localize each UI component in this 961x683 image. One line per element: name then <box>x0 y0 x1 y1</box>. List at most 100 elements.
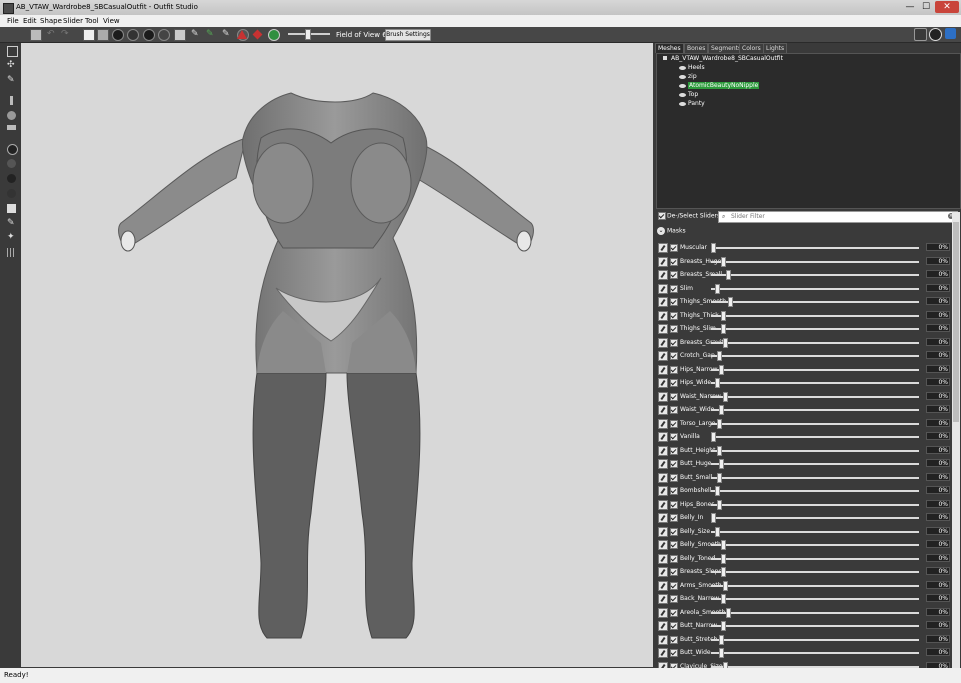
mask-icon[interactable] <box>97 29 109 41</box>
slider-checkbox[interactable] <box>670 338 678 347</box>
slider-track[interactable] <box>711 274 919 276</box>
eye-icon[interactable] <box>679 65 686 70</box>
slider-thumb[interactable] <box>721 621 727 631</box>
slider-track[interactable] <box>711 382 919 384</box>
tab-bones[interactable]: Bones <box>684 43 709 53</box>
slider-thumb[interactable] <box>723 391 729 402</box>
slider-thumb[interactable] <box>721 553 727 564</box>
slider-value[interactable]: 0% <box>926 270 950 278</box>
slider-track[interactable] <box>711 463 919 465</box>
slider-thumb[interactable] <box>711 432 716 442</box>
slider-thumb[interactable] <box>717 445 723 456</box>
slider-track[interactable] <box>711 287 919 290</box>
edit-slider-icon[interactable] <box>658 391 668 402</box>
slider-track[interactable] <box>711 341 919 344</box>
menu-shape[interactable]: Shape <box>40 17 62 25</box>
slider-thumb[interactable] <box>727 297 733 307</box>
undiff-icon[interactable] <box>174 29 186 41</box>
tab-lights[interactable]: Lights <box>763 43 788 53</box>
slider-track[interactable] <box>711 584 919 587</box>
center-icon[interactable] <box>268 29 280 41</box>
slider-value[interactable]: 0% <box>926 553 950 562</box>
slider-checkbox[interactable] <box>670 514 678 522</box>
vertex-icon[interactable] <box>10 96 13 105</box>
slider-thumb[interactable] <box>715 526 721 537</box>
slider-track[interactable] <box>711 409 919 411</box>
collapse-icon[interactable] <box>663 56 667 60</box>
undo-icon[interactable]: ↶ <box>47 29 57 39</box>
scrollbar-thumb[interactable] <box>953 222 959 422</box>
select-icon[interactable] <box>7 46 18 57</box>
slider-checkbox[interactable] <box>670 581 678 590</box>
slider-thumb[interactable] <box>721 540 727 550</box>
3d-viewport[interactable] <box>21 43 653 667</box>
sphere-icon[interactable] <box>7 144 18 155</box>
smooth-icon[interactable] <box>143 29 155 41</box>
slider-thumb[interactable] <box>717 472 723 483</box>
bone-icon[interactable]: ✦ <box>7 233 16 242</box>
slider-checkbox[interactable] <box>670 554 678 563</box>
slider-track[interactable] <box>711 328 919 330</box>
brush-settings-button[interactable]: Brush Settings <box>385 29 431 41</box>
minimize-button[interactable]: — <box>903 1 917 13</box>
alpha-icon[interactable]: ✎ <box>222 29 232 39</box>
edit-slider-icon[interactable] <box>658 324 668 334</box>
edit-slider-icon[interactable] <box>658 310 668 321</box>
mesh-item[interactable]: Panty <box>679 100 705 107</box>
slider-track[interactable] <box>711 611 919 614</box>
slider-checkbox[interactable] <box>670 352 678 360</box>
edit-slider-icon[interactable] <box>658 499 668 510</box>
slider-track[interactable] <box>711 571 919 573</box>
mesh-item[interactable]: Top <box>679 91 698 98</box>
mesh-item[interactable]: Heels <box>679 64 705 71</box>
masks-section[interactable]: ⌄ Masks <box>657 227 947 238</box>
mesh-root[interactable]: AB_VTAW_Wardrobe8_SBCasualOutfit <box>663 55 783 62</box>
eye-icon[interactable] <box>679 101 686 106</box>
slider-thumb[interactable] <box>725 270 731 280</box>
slider-thumb[interactable] <box>725 607 731 618</box>
slider-checkbox[interactable] <box>670 271 678 279</box>
slider-value[interactable]: 0% <box>926 567 950 575</box>
slider-checkbox[interactable] <box>670 392 678 401</box>
slider-thumb[interactable] <box>711 513 716 523</box>
slider-thumb[interactable] <box>721 594 727 604</box>
slider-value[interactable]: 0% <box>926 256 950 265</box>
diamond-icon[interactable] <box>252 29 263 40</box>
slider-checkbox[interactable] <box>670 649 678 657</box>
slider-value[interactable]: 0% <box>926 634 950 643</box>
slider-thumb[interactable] <box>719 648 725 658</box>
menu-view[interactable]: View <box>103 17 120 25</box>
slider-value[interactable]: 0% <box>926 310 950 319</box>
chevron-down-icon[interactable]: ⌄ <box>657 227 665 235</box>
slider-thumb[interactable] <box>717 499 723 510</box>
edit-slider-icon[interactable] <box>658 405 668 415</box>
slider-thumb[interactable] <box>717 418 723 429</box>
slider-checkbox[interactable] <box>670 608 678 617</box>
eye-icon[interactable] <box>679 74 686 79</box>
edit-slider-icon[interactable] <box>658 540 668 550</box>
slider-value[interactable]: 0% <box>926 337 950 346</box>
slider-value[interactable]: 0% <box>926 580 950 589</box>
slider-checkbox[interactable] <box>670 635 678 644</box>
slider-value[interactable]: 0% <box>926 499 950 508</box>
slider-track[interactable] <box>711 503 919 506</box>
edit-slider-icon[interactable] <box>658 580 668 591</box>
edit-slider-icon[interactable] <box>658 283 668 294</box>
slider-checkbox[interactable] <box>670 379 678 387</box>
edit-slider-icon[interactable] <box>658 432 668 442</box>
move-icon[interactable] <box>158 29 170 41</box>
slider-value[interactable]: 0% <box>926 324 950 332</box>
menu-slider[interactable]: Slider <box>63 17 83 25</box>
slider-thumb[interactable] <box>717 351 723 361</box>
github-icon[interactable] <box>929 28 942 41</box>
slider-checkbox[interactable] <box>670 568 678 576</box>
slider-track[interactable] <box>711 260 919 263</box>
slider-value[interactable]: 0% <box>926 364 950 373</box>
slider-checkbox[interactable] <box>670 244 678 252</box>
brush-icon[interactable] <box>83 29 95 41</box>
slider-checkbox[interactable] <box>670 365 678 374</box>
slider-track[interactable] <box>711 598 919 600</box>
slider-track[interactable] <box>711 301 919 303</box>
edit-slider-icon[interactable] <box>658 256 668 267</box>
edit-slider-icon[interactable] <box>658 472 668 483</box>
